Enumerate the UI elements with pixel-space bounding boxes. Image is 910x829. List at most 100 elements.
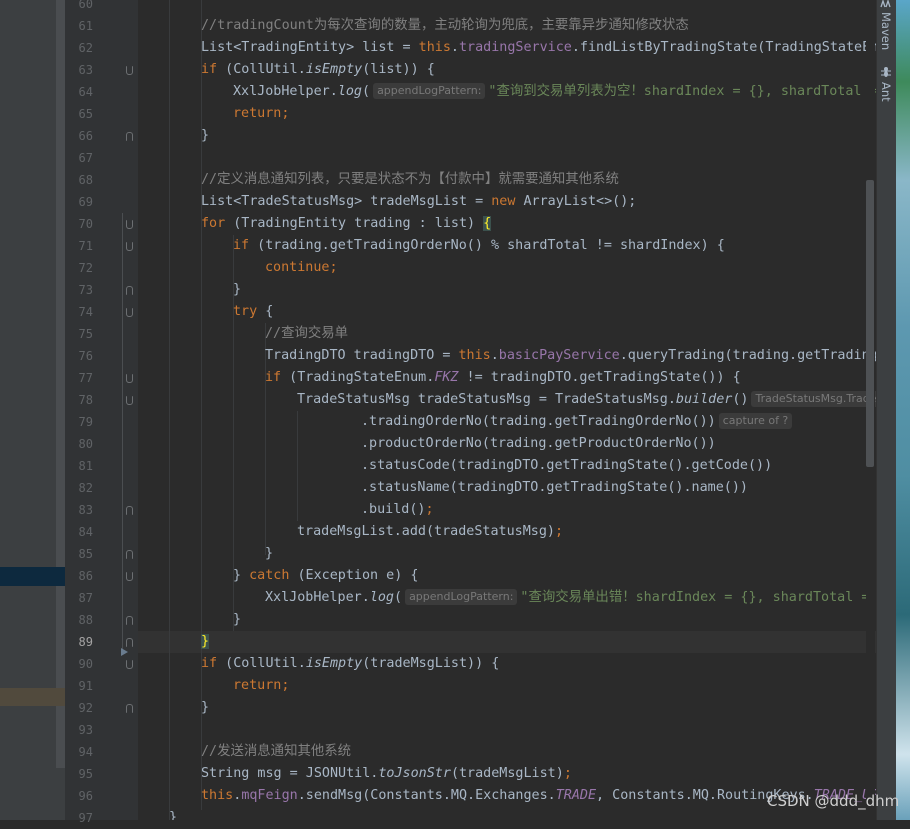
fold-marker[interactable] bbox=[126, 374, 133, 383]
caret-row-highlight bbox=[138, 631, 876, 653]
code-line-68: //定义消息通知列表，只要是状态不为【付款中】就需要通知其他系统 bbox=[201, 169, 619, 191]
code-text: ; bbox=[563, 766, 572, 781]
fold-marker[interactable] bbox=[126, 550, 133, 559]
keyword: return bbox=[233, 106, 282, 121]
static-field: FKZ bbox=[434, 370, 459, 385]
fold-marker[interactable] bbox=[126, 704, 133, 713]
line-number: 66 bbox=[78, 129, 93, 143]
code-line-87: XxlJobHelper.log(appendLogPattern: "查询交易单… bbox=[265, 587, 876, 609]
comment: //发送消息通知其他系统 bbox=[201, 744, 352, 759]
code-text: ( bbox=[394, 590, 403, 605]
fold-marker[interactable] bbox=[126, 572, 133, 581]
code-line-70: for (TradingEntity trading : list) { bbox=[201, 213, 492, 235]
matched-brace: { bbox=[483, 216, 492, 231]
fold-marker[interactable] bbox=[126, 396, 133, 405]
code-text: XxlJobHelper. bbox=[233, 84, 338, 99]
watermark: CSDN @ddd_dhm bbox=[767, 792, 900, 810]
editor-scrollbar-thumb[interactable] bbox=[866, 180, 874, 467]
field-ref: mqFeign bbox=[241, 788, 298, 803]
right-tool-strip bbox=[876, 0, 897, 820]
code-line-64: XxlJobHelper.log(appendLogPattern: "查询到交易… bbox=[233, 81, 876, 103]
code-text: (CollUtil. bbox=[217, 62, 306, 77]
type-hint: TradeStatusMsg.TradeStatusMsgBuilder bbox=[751, 391, 876, 407]
code-line-84: tradeMsgList.add(tradeStatusMsg); bbox=[297, 521, 563, 543]
code-text: } bbox=[201, 700, 210, 715]
field-ref: basicPayService bbox=[498, 348, 620, 363]
fold-marker[interactable] bbox=[126, 638, 133, 647]
keyword: this bbox=[458, 348, 491, 363]
code-text: (list)) { bbox=[362, 62, 435, 77]
line-number: 82 bbox=[78, 481, 93, 495]
string-literal: "查询交易单出错！shardIndex = {}, shardTotal = {… bbox=[520, 590, 876, 605]
code-text: . bbox=[490, 348, 499, 363]
line-number: 73 bbox=[78, 283, 93, 297]
project-scrollbar[interactable] bbox=[56, 0, 65, 768]
project-tree-highlighted-row[interactable] bbox=[0, 688, 65, 706]
line-number: 90 bbox=[78, 657, 93, 671]
fold-marker[interactable] bbox=[126, 506, 133, 515]
keyword: if bbox=[265, 370, 282, 385]
code-line-74: try { bbox=[233, 301, 273, 323]
code-text: TradeStatusMsg tradeStatusMsg = TradeSta… bbox=[297, 392, 676, 407]
fold-marker[interactable] bbox=[126, 66, 133, 75]
keyword: if bbox=[233, 238, 250, 253]
code-text: .statusName(tradingDTO.getTradingState()… bbox=[361, 480, 748, 495]
line-number: 78 bbox=[78, 393, 93, 407]
code-editor[interactable]: //tradingCount为每次查询的数量，主动轮询为兜底，主要靠异步通知修改… bbox=[138, 0, 876, 820]
line-number: 87 bbox=[78, 591, 93, 605]
code-text: (Exception e) { bbox=[289, 568, 419, 583]
fold-marker[interactable] bbox=[126, 286, 133, 295]
comment: //定义消息通知列表，只要是状态不为【付款中】就需要通知其他系统 bbox=[201, 172, 619, 187]
keyword: if bbox=[201, 656, 218, 671]
code-text: } bbox=[201, 128, 210, 143]
code-text: List<TradeStatusMsg> tradeMsgList = bbox=[201, 194, 492, 209]
fold-marker[interactable] bbox=[126, 308, 133, 317]
fold-marker[interactable] bbox=[126, 660, 133, 669]
maven-tool-button[interactable]: Maven bbox=[879, 12, 893, 50]
line-number: 62 bbox=[78, 41, 93, 55]
fold-marker[interactable] bbox=[126, 242, 133, 251]
code-text: tradeMsgList.add(tradeStatusMsg) bbox=[297, 524, 555, 539]
line-number: 94 bbox=[78, 745, 93, 759]
line-number: 84 bbox=[78, 525, 93, 539]
line-number: 72 bbox=[78, 261, 93, 275]
code-line-63: if (CollUtil.isEmpty(list)) { bbox=[201, 59, 435, 81]
code-line-73: } bbox=[233, 279, 241, 301]
code-text: (tradeMsgList) bbox=[450, 766, 564, 781]
line-number: 79 bbox=[78, 415, 93, 429]
line-number: 88 bbox=[78, 613, 93, 627]
fold-marker[interactable] bbox=[126, 220, 133, 229]
keyword: this bbox=[201, 788, 234, 803]
code-line-76: TradingDTO tradingDTO = this.basicPaySer… bbox=[265, 345, 876, 367]
parameter-hint: appendLogPattern: bbox=[373, 83, 486, 99]
code-line-81: .statusCode(tradingDTO.getTradingState()… bbox=[361, 455, 772, 477]
fold-marker[interactable] bbox=[126, 616, 133, 625]
code-text: ; bbox=[281, 106, 290, 121]
code-line-97: } bbox=[169, 807, 177, 820]
comment: //tradingCount为每次查询的数量，主动轮询为兜底，主要靠异步通知修改… bbox=[201, 18, 689, 33]
line-number: 83 bbox=[78, 503, 93, 517]
static-method: builder bbox=[675, 392, 733, 407]
line-number: 71 bbox=[78, 239, 93, 253]
line-number: 95 bbox=[78, 767, 93, 781]
code-line-80: .productOrderNo(trading.getProductOrderN… bbox=[361, 433, 716, 455]
ant-tool-button[interactable]: Ant bbox=[879, 82, 893, 102]
code-text: TradingDTO tradingDTO = bbox=[265, 348, 459, 363]
static-method: isEmpty bbox=[305, 656, 363, 671]
code-text: } bbox=[233, 612, 242, 627]
code-text: (CollUtil. bbox=[217, 656, 306, 671]
code-line-83: .build(); bbox=[361, 499, 434, 521]
keyword: for bbox=[201, 216, 226, 231]
code-line-92: } bbox=[201, 697, 209, 719]
code-text: (tradeMsgList)) { bbox=[362, 656, 500, 671]
keyword: this bbox=[418, 40, 451, 55]
fold-range-line bbox=[122, 213, 123, 653]
code-text: .queryTrading(trading.getTradingOrderNo(… bbox=[619, 348, 876, 363]
keyword: return bbox=[233, 678, 282, 693]
line-number: 74 bbox=[78, 305, 93, 319]
static-field: TRADE bbox=[555, 788, 597, 803]
line-number: 60 bbox=[78, 0, 93, 11]
project-tree-selected-row[interactable] bbox=[0, 567, 65, 586]
code-text: .productOrderNo(trading.getProductOrderN… bbox=[361, 436, 716, 451]
fold-marker[interactable] bbox=[126, 132, 133, 141]
